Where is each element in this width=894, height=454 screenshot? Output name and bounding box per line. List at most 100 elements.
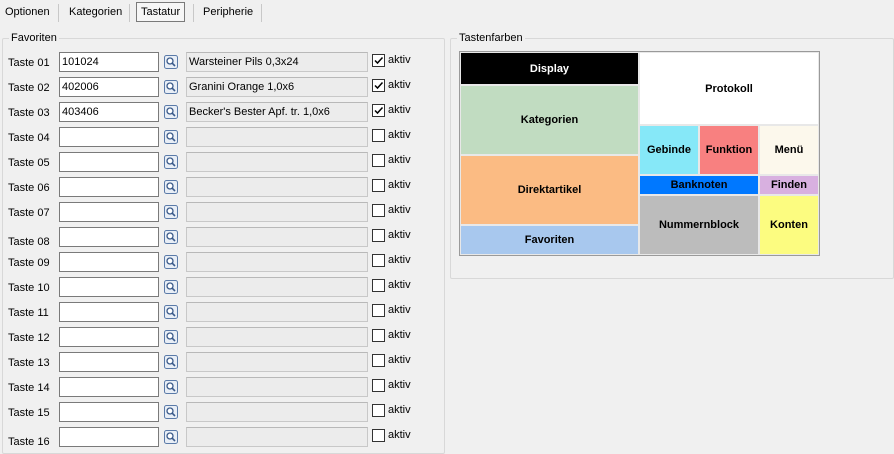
favorite-row: Taste 10 aktiv: [0, 277, 440, 299]
active-checkbox[interactable]: [372, 254, 385, 267]
color-cell-kategorien[interactable]: Kategorien: [460, 85, 639, 155]
favorite-key-label: Taste 09: [8, 257, 50, 269]
tab-kategorien[interactable]: Kategorien: [65, 3, 126, 21]
active-checkbox[interactable]: [372, 204, 385, 217]
favorite-code-input[interactable]: [59, 52, 159, 72]
favorite-key-label: Taste 16: [8, 436, 50, 448]
color-cell-menu[interactable]: Menü: [759, 125, 819, 175]
tab-divider: [261, 4, 262, 22]
favorite-key-label: Taste 13: [8, 357, 50, 369]
active-checkbox[interactable]: [372, 329, 385, 342]
active-checkbox[interactable]: [372, 354, 385, 367]
active-checkbox[interactable]: [372, 404, 385, 417]
color-cell-konten[interactable]: Konten: [759, 195, 819, 255]
favorite-row: Taste 13 aktiv: [0, 352, 440, 374]
active-checkbox[interactable]: [372, 129, 385, 142]
active-checkbox-label: aktiv: [388, 129, 411, 141]
favorite-code-input[interactable]: [59, 302, 159, 322]
active-checkbox[interactable]: [372, 54, 385, 67]
active-checkbox-label: aktiv: [388, 404, 411, 416]
favorite-code-input[interactable]: [59, 277, 159, 297]
favorite-code-input[interactable]: [59, 102, 159, 122]
favorite-row: Taste 03 Becker's Bester Apf. tr. 1,0x6 ak…: [0, 102, 440, 124]
tab-tastatur[interactable]: Tastatur: [136, 2, 186, 22]
search-lookup-icon[interactable]: [163, 404, 179, 420]
favorite-row: Taste 01 Warsteiner Pils 0,3x24 aktiv: [0, 52, 440, 74]
favorite-key-label: Taste 10: [8, 282, 50, 294]
tab-bar: Optionen Kategorien Tastatur Peripherie: [0, 0, 894, 26]
favorite-row: Taste 09 aktiv: [0, 252, 440, 274]
favorite-code-input[interactable]: [59, 427, 159, 447]
active-checkbox[interactable]: [372, 154, 385, 167]
active-checkbox[interactable]: [372, 229, 385, 242]
color-cell-favoriten[interactable]: Favoriten: [460, 225, 639, 255]
search-lookup-icon[interactable]: [163, 179, 179, 195]
tab-optionen[interactable]: Optionen: [1, 3, 54, 21]
active-checkbox-label: aktiv: [388, 104, 411, 116]
search-lookup-icon[interactable]: [163, 254, 179, 270]
favorite-code-input[interactable]: [59, 202, 159, 222]
tab-divider: [129, 4, 130, 22]
favorite-row: Taste 16 aktiv: [0, 427, 440, 449]
favorite-row: Taste 05 aktiv: [0, 152, 440, 174]
active-checkbox-label: aktiv: [388, 179, 411, 191]
active-checkbox[interactable]: [372, 79, 385, 92]
search-lookup-icon[interactable]: [163, 54, 179, 70]
favorite-code-input[interactable]: [59, 252, 159, 272]
color-cell-finden[interactable]: Finden: [759, 175, 819, 195]
favorite-code-input[interactable]: [59, 327, 159, 347]
active-checkbox[interactable]: [372, 379, 385, 392]
search-lookup-icon[interactable]: [163, 379, 179, 395]
active-checkbox[interactable]: [372, 179, 385, 192]
color-cell-nummernblock[interactable]: Nummernblock: [639, 195, 759, 255]
favorite-code-input[interactable]: [59, 227, 159, 247]
active-checkbox[interactable]: [372, 429, 385, 442]
favorite-row: Taste 12 aktiv: [0, 327, 440, 349]
favorite-code-input[interactable]: [59, 152, 159, 172]
search-lookup-icon[interactable]: [163, 304, 179, 320]
active-checkbox[interactable]: [372, 304, 385, 317]
favorite-key-label: Taste 12: [8, 332, 50, 344]
active-checkbox[interactable]: [372, 279, 385, 292]
favorites-group-title: Favoriten: [9, 32, 59, 44]
color-cell-funktion[interactable]: Funktion: [699, 125, 759, 175]
favorite-key-label: Taste 08: [8, 236, 50, 248]
favorite-code-input[interactable]: [59, 177, 159, 197]
active-checkbox-label: aktiv: [388, 54, 411, 66]
favorite-row: Taste 04 aktiv: [0, 127, 440, 149]
search-lookup-icon[interactable]: [163, 354, 179, 370]
tab-peripherie[interactable]: Peripherie: [199, 3, 257, 21]
favorite-key-label: Taste 02: [8, 82, 50, 94]
search-lookup-icon[interactable]: [163, 329, 179, 345]
search-lookup-icon[interactable]: [163, 154, 179, 170]
favorite-description: [186, 127, 368, 147]
favorite-code-input[interactable]: [59, 402, 159, 422]
search-lookup-icon[interactable]: [163, 429, 179, 445]
color-cell-display[interactable]: Display: [460, 52, 639, 85]
color-cell-gebinde[interactable]: Gebinde: [639, 125, 699, 175]
active-checkbox-label: aktiv: [388, 304, 411, 316]
favorite-code-input[interactable]: [59, 77, 159, 97]
search-lookup-icon[interactable]: [163, 79, 179, 95]
favorite-row: Taste 11 aktiv: [0, 302, 440, 324]
active-checkbox-label: aktiv: [388, 154, 411, 166]
favorite-key-label: Taste 03: [8, 107, 50, 119]
active-checkbox[interactable]: [372, 104, 385, 117]
color-cell-banknoten[interactable]: Banknoten: [639, 175, 759, 195]
favorite-description: [186, 152, 368, 172]
favorite-description: [186, 377, 368, 397]
color-cell-protokoll[interactable]: Protokoll: [639, 52, 819, 125]
favorite-key-label: Taste 07: [8, 207, 50, 219]
key-colors-group-title: Tastenfarben: [457, 32, 525, 44]
search-lookup-icon[interactable]: [163, 104, 179, 120]
favorite-code-input[interactable]: [59, 127, 159, 147]
search-lookup-icon[interactable]: [163, 229, 179, 245]
key-color-grid: Display Protokoll Kategorien Gebinde Funktio…: [459, 51, 820, 256]
active-checkbox-label: aktiv: [388, 79, 411, 91]
search-lookup-icon[interactable]: [163, 204, 179, 220]
color-cell-direktartikel[interactable]: Direktartikel: [460, 155, 639, 225]
favorite-code-input[interactable]: [59, 352, 159, 372]
favorite-code-input[interactable]: [59, 377, 159, 397]
search-lookup-icon[interactable]: [163, 279, 179, 295]
search-lookup-icon[interactable]: [163, 129, 179, 145]
